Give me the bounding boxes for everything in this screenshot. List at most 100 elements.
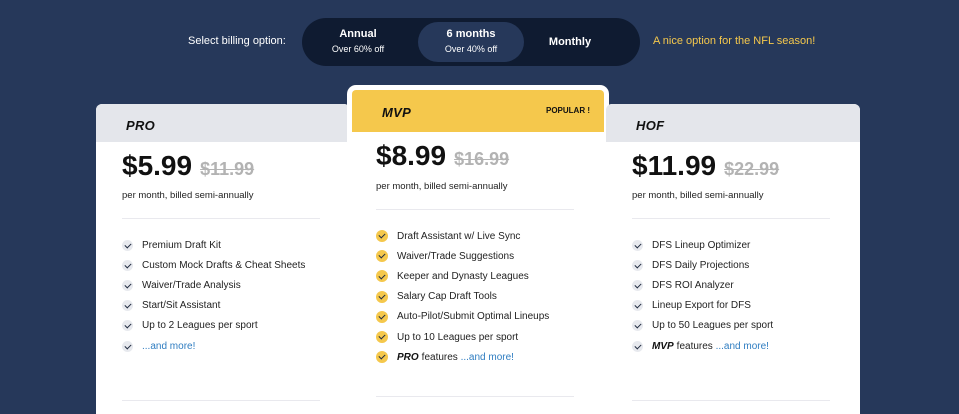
billing-option-monthly[interactable]: Monthly <box>528 22 612 62</box>
feature-label: Premium Draft Kit <box>142 239 221 251</box>
price-row: $8.99 $16.99 <box>376 140 509 172</box>
feature-list: Draft Assistant w/ Live Sync Waiver/Trad… <box>376 226 549 367</box>
plan-card-mvp[interactable]: MVP POPULAR ! $8.99 $16.99 per month, bil… <box>350 88 606 414</box>
feature-item: Keeper and Dynasty Leagues <box>376 266 549 286</box>
check-icon <box>122 259 133 271</box>
check-icon <box>376 250 388 263</box>
plan-card-hof[interactable]: HOF $11.99 $22.99 per month, billed semi-… <box>606 104 860 414</box>
check-icon <box>376 290 388 303</box>
feature-label: Up to 10 Leagues per sport <box>397 331 519 343</box>
check-icon <box>122 300 133 312</box>
feature-item: Salary Cap Draft Tools <box>376 287 549 307</box>
plan-card-pro[interactable]: PRO $5.99 $11.99 per month, billed semi-a… <box>96 104 350 414</box>
check-icon <box>376 310 388 323</box>
feature-label: Start/Sit Assistant <box>142 300 221 312</box>
features-word: features <box>421 351 458 363</box>
billing-label: Select billing option: <box>188 35 286 47</box>
billing-option-discount: Over 40% off <box>444 44 498 54</box>
popular-badge: POPULAR ! <box>546 106 590 115</box>
plan-header: HOF <box>606 104 860 142</box>
feature-item: Auto-Pilot/Submit Optimal Lineups <box>376 307 549 327</box>
feature-item: DFS ROI Analyzer <box>632 275 773 295</box>
plan-header: MVP POPULAR ! <box>352 90 604 132</box>
plan-name: HOF <box>636 118 665 133</box>
feature-item: Waiver/Trade Suggestions <box>376 246 549 266</box>
check-icon <box>122 340 133 352</box>
check-icon <box>632 340 643 352</box>
feature-label: DFS Lineup Optimizer <box>652 239 751 251</box>
billing-period-text: per month, billed semi-annually <box>122 190 254 201</box>
billing-note: A nice option for the NFL season! <box>653 35 816 47</box>
check-icon <box>632 320 643 332</box>
feature-label: Keeper and Dynasty Leagues <box>397 270 529 282</box>
plan-reference: MVP <box>652 340 674 352</box>
check-icon <box>632 259 643 271</box>
divider <box>632 400 830 401</box>
billing-option-title: 6 months <box>446 28 496 40</box>
feature-label: Waiver/Trade Suggestions <box>397 250 515 262</box>
feature-item: Lineup Export for DFS <box>632 296 773 316</box>
features-word: features <box>676 340 713 352</box>
check-icon <box>122 279 133 291</box>
plan-name: PRO <box>126 118 156 133</box>
plan-reference: PRO <box>397 351 419 363</box>
plan-name: MVP <box>382 105 412 120</box>
check-icon <box>632 239 643 251</box>
plan-price: $5.99 <box>122 150 193 181</box>
feature-label: Up to 2 Leagues per sport <box>142 320 258 332</box>
feature-label: Waiver/Trade Analysis <box>142 279 241 291</box>
feature-item: Start/Sit Assistant <box>122 296 305 316</box>
billing-option-6-months[interactable]: 6 months Over 40% off <box>418 22 524 62</box>
check-icon <box>632 279 643 291</box>
billing-option-discount: Over 60% off <box>331 44 385 54</box>
billing-selector: Select billing option: Annual Over 60% o… <box>0 18 959 66</box>
feature-label: Salary Cap Draft Tools <box>397 291 497 303</box>
billing-period-text: per month, billed semi-annually <box>376 181 508 192</box>
price-row: $11.99 $22.99 <box>632 150 779 182</box>
feature-item: DFS Lineup Optimizer <box>632 235 773 255</box>
feature-item: Premium Draft Kit <box>122 235 305 255</box>
feature-list: DFS Lineup Optimizer DFS Daily Projectio… <box>632 235 773 356</box>
feature-label: DFS ROI Analyzer <box>652 279 734 291</box>
feature-list: Premium Draft Kit Custom Mock Drafts & C… <box>122 235 305 356</box>
more-link[interactable]: ...and more! <box>461 352 514 363</box>
divider <box>122 218 320 219</box>
feature-item-more: PRO features ...and more! <box>376 347 549 367</box>
more-link[interactable]: ...and more! <box>142 341 195 352</box>
feature-item: Draft Assistant w/ Live Sync <box>376 226 549 246</box>
check-icon <box>632 300 643 312</box>
billing-option-annual[interactable]: Annual Over 60% off <box>316 22 400 62</box>
plan-header: PRO <box>96 104 350 142</box>
billing-toggle: Annual Over 60% off 6 months Over 40% of… <box>302 18 640 66</box>
check-icon <box>122 239 133 251</box>
more-link[interactable]: ...and more! <box>716 341 769 352</box>
plan-price: $11.99 <box>632 150 717 181</box>
check-icon <box>376 351 388 364</box>
feature-label: Custom Mock Drafts & Cheat Sheets <box>142 259 306 271</box>
feature-item: Up to 10 Leagues per sport <box>376 327 549 347</box>
feature-item-more: ...and more! <box>122 336 305 356</box>
check-icon <box>376 230 388 243</box>
feature-item: Waiver/Trade Analysis <box>122 275 305 295</box>
check-icon <box>376 270 388 283</box>
divider <box>122 400 320 401</box>
feature-label: Auto-Pilot/Submit Optimal Lineups <box>397 311 550 323</box>
check-icon <box>122 320 133 332</box>
feature-label: Up to 50 Leagues per sport <box>652 320 774 332</box>
plan-old-price: $16.99 <box>454 149 510 169</box>
divider <box>376 396 574 397</box>
feature-label: DFS Daily Projections <box>652 259 750 271</box>
price-row: $5.99 $11.99 <box>122 150 254 182</box>
feature-label: Draft Assistant w/ Live Sync <box>397 230 521 242</box>
feature-item: DFS Daily Projections <box>632 255 773 275</box>
divider <box>632 218 830 219</box>
plan-old-price: $11.99 <box>200 159 255 179</box>
feature-item-more: MVP features ...and more! <box>632 336 773 356</box>
billing-period-text: per month, billed semi-annually <box>632 190 764 201</box>
feature-item: Up to 50 Leagues per sport <box>632 316 773 336</box>
billing-option-title: Monthly <box>548 36 592 48</box>
billing-option-title: Annual <box>339 28 377 40</box>
feature-item: Up to 2 Leagues per sport <box>122 316 305 336</box>
check-icon <box>376 331 388 344</box>
divider <box>376 209 574 210</box>
